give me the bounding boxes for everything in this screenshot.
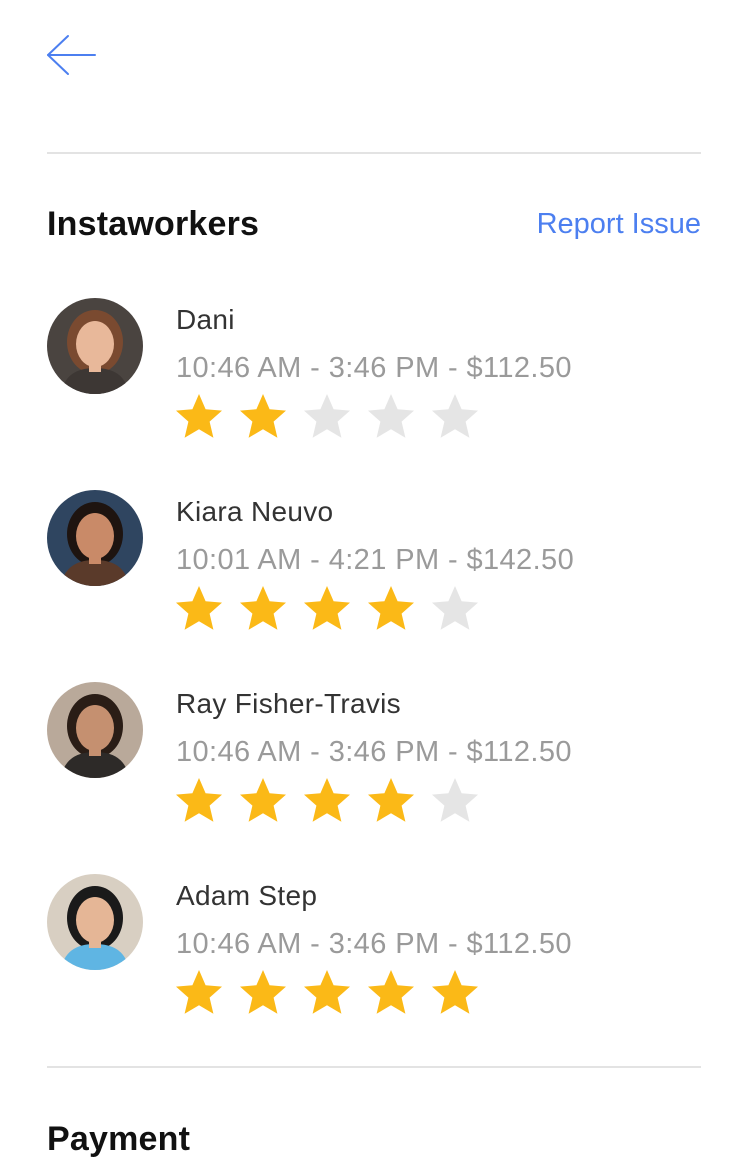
worker-avatar xyxy=(47,298,143,394)
star-empty-icon[interactable] xyxy=(302,392,352,442)
star-rating[interactable] xyxy=(174,776,494,828)
worker-avatar xyxy=(47,682,143,778)
header-divider xyxy=(47,152,701,154)
worker-row[interactable]: Adam Step 10:46 AM - 3:46 PM - $112.50 xyxy=(0,872,748,1064)
worker-name: Adam Step xyxy=(176,880,318,911)
worker-shift-details: 10:46 AM - 3:46 PM - $112.50 xyxy=(176,736,572,768)
worker-row[interactable]: Dani 10:46 AM - 3:46 PM - $112.50 xyxy=(0,296,748,488)
section-divider xyxy=(47,1066,701,1068)
back-button[interactable] xyxy=(44,32,100,80)
star-filled-icon[interactable] xyxy=(302,584,352,634)
payment-title: Payment xyxy=(47,1120,191,1158)
star-filled-icon[interactable] xyxy=(174,776,224,826)
star-rating[interactable] xyxy=(174,968,494,1020)
star-filled-icon[interactable] xyxy=(302,776,352,826)
worker-shift-details: 10:01 AM - 4:21 PM - $142.50 xyxy=(176,544,575,576)
star-filled-icon[interactable] xyxy=(238,584,288,634)
star-filled-icon[interactable] xyxy=(366,968,416,1018)
star-filled-icon[interactable] xyxy=(430,968,480,1018)
worker-name: Kiara Neuvo xyxy=(176,496,334,527)
star-filled-icon[interactable] xyxy=(174,584,224,634)
instaworkers-title: Instaworkers xyxy=(47,205,260,243)
star-empty-icon[interactable] xyxy=(366,392,416,442)
worker-avatar xyxy=(47,490,143,586)
star-rating[interactable] xyxy=(174,392,494,444)
star-filled-icon[interactable] xyxy=(366,584,416,634)
worker-list: Dani 10:46 AM - 3:46 PM - $112.50 Kiara Ne… xyxy=(0,296,748,1064)
star-rating[interactable] xyxy=(174,584,494,636)
worker-name: Dani xyxy=(176,304,235,335)
star-filled-icon[interactable] xyxy=(238,392,288,442)
star-filled-icon[interactable] xyxy=(238,776,288,826)
worker-name: Ray Fisher-Travis xyxy=(176,688,401,719)
star-empty-icon[interactable] xyxy=(430,584,480,634)
worker-row[interactable]: Ray Fisher-Travis 10:46 AM - 3:46 PM - $1… xyxy=(0,680,748,872)
worker-shift-details: 10:46 AM - 3:46 PM - $112.50 xyxy=(176,928,572,960)
worker-shift-details: 10:46 AM - 3:46 PM - $112.50 xyxy=(176,352,572,384)
star-empty-icon[interactable] xyxy=(430,392,480,442)
star-filled-icon[interactable] xyxy=(302,968,352,1018)
star-filled-icon[interactable] xyxy=(174,968,224,1018)
star-filled-icon[interactable] xyxy=(366,776,416,826)
star-filled-icon[interactable] xyxy=(174,392,224,442)
worker-avatar xyxy=(47,874,143,970)
arrow-left-icon xyxy=(47,35,96,75)
worker-row[interactable]: Kiara Neuvo 10:01 AM - 4:21 PM - $142.50 xyxy=(0,488,748,680)
star-empty-icon[interactable] xyxy=(430,776,480,826)
star-filled-icon[interactable] xyxy=(238,968,288,1018)
report-issue-link[interactable]: Report Issue xyxy=(537,208,701,241)
